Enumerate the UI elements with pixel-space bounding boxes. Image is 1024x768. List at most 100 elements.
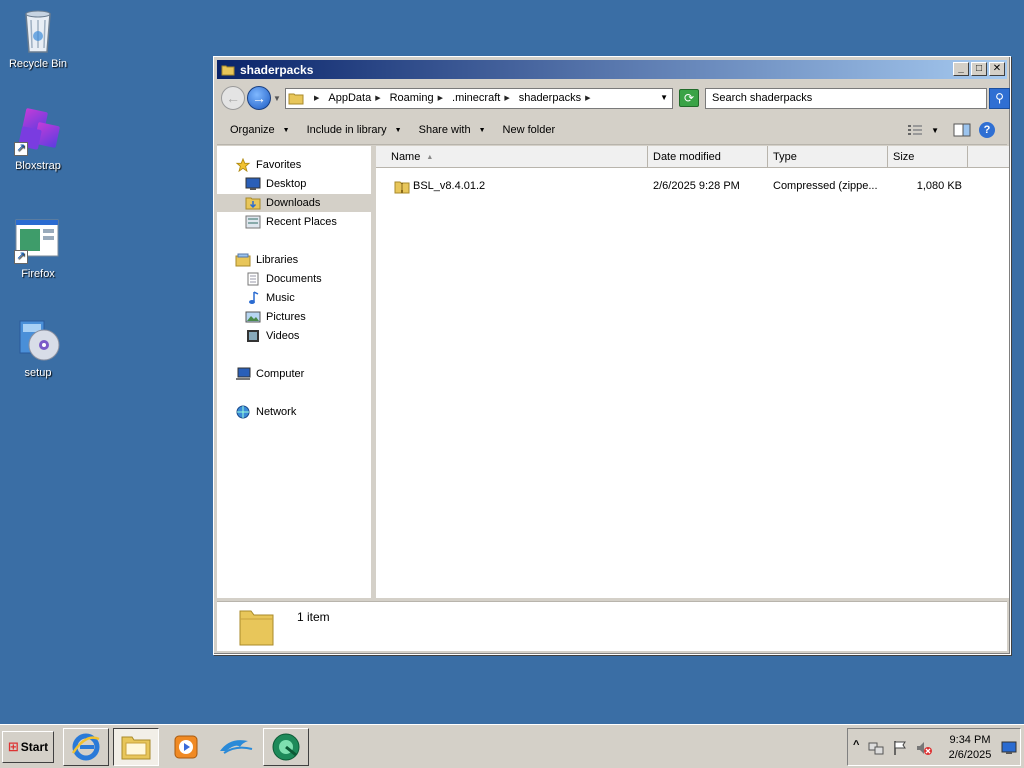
forward-arrow-icon: → [252,90,266,106]
back-button[interactable]: ← [221,86,245,110]
nav-downloads[interactable]: Downloads [217,194,374,212]
column-header-name[interactable]: Name ▲ [376,146,648,168]
pictures-icon [245,311,261,323]
column-header-date-modified[interactable]: Date modified [648,146,768,168]
action-center-flag-icon[interactable] [892,740,908,756]
music-icon [249,291,259,304]
window-title: shaderpacks [240,62,314,77]
nav-videos[interactable]: Videos [245,327,299,345]
taskbar-media-player[interactable] [163,728,209,766]
nav-libraries[interactable]: Libraries [235,251,298,269]
desktop-icon-label: Firefox [21,268,55,280]
column-header-size[interactable]: Size [888,146,968,168]
zip-folder-icon [394,181,410,194]
desktop-icon-bloxstrap[interactable]: Bloxstrap [0,108,76,172]
item-count: 1 item [297,610,330,624]
forward-button[interactable]: → [247,86,271,110]
computer-icon [236,367,251,380]
preview-pane-icon[interactable] [953,123,971,137]
file-type: Compressed (zippe... [773,180,878,192]
dolphin-icon [220,740,253,754]
breadcrumb-separator[interactable]: ▶ [310,94,323,102]
breadcrumb-roaming[interactable]: Roaming ▶ [390,92,447,104]
close-button[interactable]: ✕ [989,62,1005,76]
clock-date: 2/6/2025 [948,749,992,761]
desktop-icon-label: setup [24,367,52,379]
clock-time: 9:34 PM [949,734,991,746]
taskbar-internet-explorer[interactable] [63,728,109,766]
refresh-button[interactable]: ⟳ [679,89,699,107]
minimize-button[interactable]: _ [953,62,969,76]
help-icon[interactable]: ? [979,122,995,138]
nav-desktop[interactable]: Desktop [245,175,306,193]
taskbar: ⊞ Start ^ 9:34 PM 2/6/2025 [0,724,1024,768]
desktop-icon-recycle-bin[interactable]: Recycle Bin [0,6,76,70]
search-icon: ⚲ [995,90,1004,105]
documents-icon [247,272,259,286]
column-header-type[interactable]: Type [768,146,888,168]
details-pane: 1 item [217,601,1007,651]
taskbar-dolphin-app[interactable] [213,728,259,766]
desktop-icon-label: Bloxstrap [15,160,61,172]
include-in-library-button[interactable]: Include in library ▼ [307,124,402,136]
network-status-icon[interactable] [868,740,884,756]
windows-logo-icon: ⊞ [7,739,19,754]
bloxstrap-icon [14,108,62,156]
search-input[interactable]: Search shaderpacks [705,87,987,109]
network-icon [236,405,250,419]
organize-button[interactable]: Organize ▼ [230,124,290,136]
search-button[interactable]: ⚲ [989,87,1010,109]
setup-icon [14,315,62,363]
desktop-icon-firefox[interactable]: Firefox [0,216,76,280]
firefox-icon [14,216,62,264]
command-bar: Organize ▼ Include in library ▼ Share with… [217,116,1007,145]
file-row[interactable]: BSL_v8.4.01.2 2/6/2025 9:28 PM Compresse… [376,177,996,197]
folder-icon [239,610,274,646]
nav-recent-places[interactable]: Recent Places [245,213,337,231]
file-list: Name ▲ Date modified Type Size BSL_v8.4.0… [376,146,1009,598]
title-bar[interactable]: shaderpacks _ □ ✕ [217,60,1007,79]
star-icon [235,158,251,172]
windows-explorer-icon [121,736,151,760]
breadcrumb-shaderpacks[interactable]: shaderpacks ▶ [519,92,595,104]
taskbar-windows-explorer[interactable] [113,728,159,766]
new-folder-button[interactable]: New folder [503,124,556,136]
system-tray: ^ 9:34 PM 2/6/2025 [847,728,1021,766]
downloads-folder-icon [245,197,261,210]
navigation-pane: Favorites Desktop Downloads Recent Place… [217,146,374,598]
nav-computer[interactable]: Computer [235,365,304,383]
taskbar-green-app[interactable] [263,728,309,766]
show-hidden-icons-button[interactable]: ^ [853,739,859,751]
breadcrumb-appdata[interactable]: AppData ▶ [328,92,384,104]
recent-pages-dropdown[interactable]: ▼ [273,94,283,103]
nav-pictures[interactable]: Pictures [245,308,306,326]
media-player-icon [174,735,198,759]
column-header-extra[interactable] [968,146,1009,168]
shortcut-arrow-icon [14,141,28,156]
address-bar[interactable]: ▶ AppData ▶ Roaming ▶ .minecraft ▶ shaderpa… [285,87,673,109]
nav-favorites[interactable]: Favorites [235,156,301,174]
address-dropdown[interactable]: ▼ [660,93,668,102]
share-with-button[interactable]: Share with ▼ [419,124,486,136]
view-dropdown-icon[interactable]: ▼ [931,126,939,135]
desktop-icon-setup[interactable]: setup [0,315,76,379]
clock[interactable]: 9:34 PM 2/6/2025 [942,733,998,763]
show-desktop-icon[interactable] [1001,741,1017,755]
folder-icon [288,93,304,105]
volume-muted-icon[interactable] [916,740,932,756]
shortcut-arrow-icon [14,249,28,264]
refresh-icon: ⟳ [683,91,695,105]
nav-network[interactable]: Network [235,403,296,421]
nav-documents[interactable]: Documents [245,270,322,288]
file-size: 1,080 KB [916,180,962,192]
view-options-icon[interactable] [907,123,923,137]
nav-music[interactable]: Music [245,289,295,307]
sort-arrow-icon: ▲ [426,154,434,161]
back-arrow-icon: ← [226,90,240,106]
start-button[interactable]: ⊞ Start [2,731,54,763]
recycle-bin-icon [14,6,62,54]
breadcrumb-minecraft[interactable]: .minecraft ▶ [452,92,514,104]
file-name: BSL_v8.4.01.2 [413,180,486,192]
explorer-window: shaderpacks _ □ ✕ ← → ▼ ▶ AppData ▶ Roami… [213,56,1011,655]
maximize-button[interactable]: □ [971,62,987,76]
